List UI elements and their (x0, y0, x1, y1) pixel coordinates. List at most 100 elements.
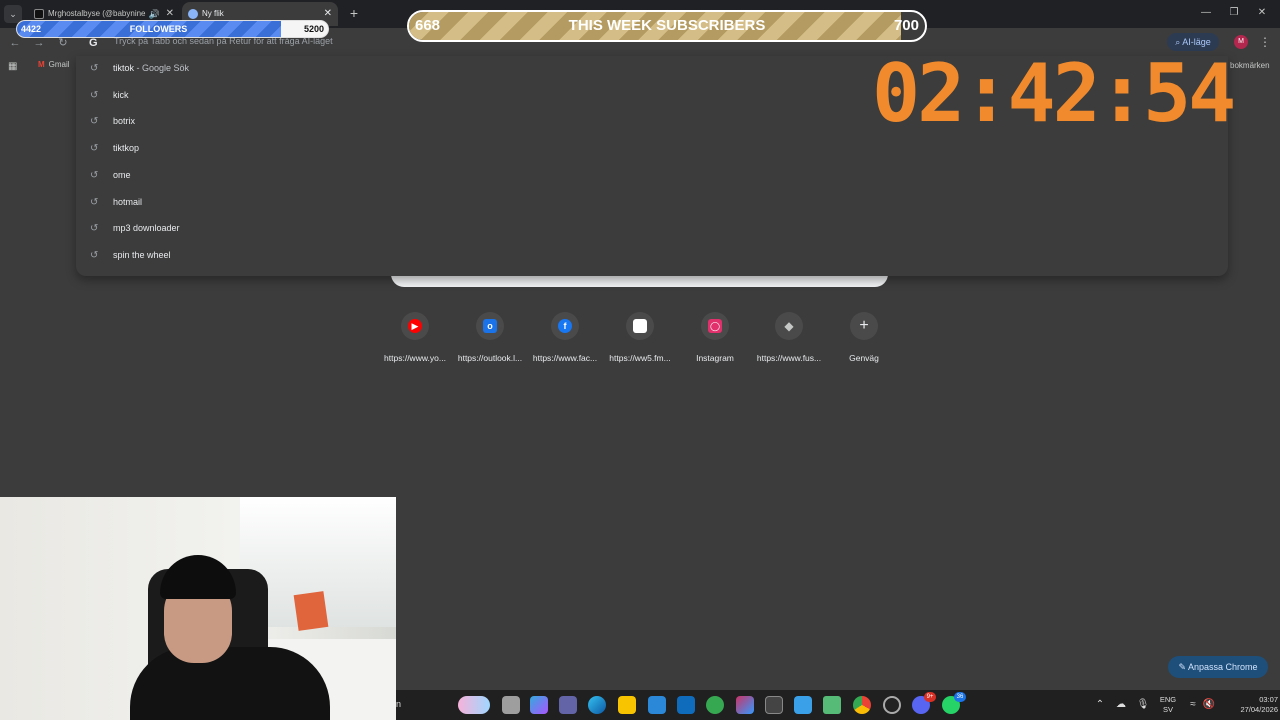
shortcut-tile[interactable]: ▶ https://www.yo... (377, 310, 453, 370)
media-icon[interactable] (823, 696, 841, 714)
shortcut-label: https://www.yo... (384, 353, 446, 363)
widgets-icon[interactable] (458, 696, 490, 714)
suggestion-query: mp3 downloader (113, 223, 180, 234)
volume-muted-icon[interactable]: 🔇 (1202, 698, 1216, 712)
m365-icon[interactable] (736, 696, 754, 714)
suggestion-text: tiktkop (113, 143, 139, 153)
edge-icon[interactable] (588, 696, 606, 714)
webcam-feed (0, 497, 396, 720)
customize-chrome-button[interactable]: ✎ Anpassa Chrome (1168, 656, 1268, 678)
facebook-icon: f (558, 319, 572, 333)
history-icon: ↺ (90, 223, 99, 235)
shortcut-tile[interactable]: https://ww5.fm... (602, 310, 678, 370)
gmail-icon: M (38, 60, 45, 69)
shortcut-label: https://outlook.l... (457, 353, 523, 363)
whatsapp-icon[interactable]: 36 (942, 692, 966, 714)
subscribers-goal: 700 (893, 17, 919, 34)
suggestion-text: tiktok - Google Sök (113, 63, 189, 73)
shortcut-tile-bg: ◯ (701, 312, 729, 340)
language-bottom: SV (1162, 705, 1173, 714)
suggestion-item[interactable]: ↺ hotmail (76, 190, 476, 216)
avatar[interactable]: M (1234, 35, 1248, 49)
onedrive-icon[interactable]: ☁ (1114, 698, 1128, 712)
suggestion-item[interactable]: ↺ tiktok - Google Sök (76, 56, 476, 82)
suggestion-item[interactable]: ↺ kick (76, 83, 476, 109)
history-icon: ↺ (90, 143, 99, 155)
teams-icon[interactable] (559, 696, 577, 714)
history-icon: ↺ (90, 63, 99, 74)
minimize-icon[interactable]: — (1196, 4, 1216, 22)
suggestion-query: hotmail (113, 196, 143, 207)
webcam-book (293, 591, 329, 631)
new-tab-button[interactable]: + (346, 4, 362, 22)
store-icon[interactable] (648, 696, 666, 714)
suggestion-query: tiktok (113, 63, 135, 73)
suggestion-text: hotmail (113, 197, 142, 207)
pencil-icon: ✎ (1178, 662, 1186, 672)
app-icon[interactable] (765, 696, 783, 714)
obs-icon[interactable] (883, 696, 901, 714)
shortcut-label: https://www.fac... (532, 353, 598, 363)
blank-page-icon (633, 319, 647, 333)
shortcut-tile-bg: ◆ (775, 312, 803, 340)
shortcut-tile[interactable]: o https://outlook.l... (452, 310, 528, 370)
chrome-taskbar-icon[interactable] (853, 696, 871, 714)
followers-goal: 5200 (303, 24, 324, 34)
outlook-icon: o (483, 319, 497, 333)
stream-timer: 02:42:54 (872, 47, 1236, 140)
suggestion-query: spin the wheel (113, 249, 171, 260)
clock[interactable]: 03:07 27/04/2026 (1222, 695, 1278, 715)
subscribers-goal-bar: 668 THIS WEEK SUBSCRIBERS 700 (407, 10, 927, 42)
diamond-icon: ◆ (784, 319, 794, 333)
outlook-icon[interactable] (677, 696, 695, 714)
taskbar-search-text[interactable]: n (396, 699, 401, 709)
shortcut-tile[interactable]: + Genväg (826, 310, 902, 370)
apps-grid-icon[interactable]: ▦ (8, 60, 20, 74)
suggestion-query: botrix (113, 116, 136, 127)
whatsapp-badge: 36 (954, 692, 966, 702)
suggestion-text: kick (113, 90, 129, 100)
history-icon: ↺ (90, 196, 99, 208)
shortcut-tile[interactable]: ◯ Instagram (677, 310, 753, 370)
restore-icon[interactable]: ❐ (1224, 4, 1244, 22)
suggestion-text: botrix (113, 116, 135, 126)
tiktok-icon (34, 9, 44, 19)
show-hidden-icons-icon[interactable]: ⌃ (1093, 698, 1107, 712)
close-window-icon[interactable]: ✕ (1252, 4, 1272, 22)
language-top: ENG (1159, 695, 1177, 704)
suggestion-text: spin the wheel (113, 250, 171, 260)
shortcut-tile-bg: + (850, 312, 878, 340)
ai-mode-label: AI-läge (1182, 37, 1211, 47)
suggestion-text: ome (113, 170, 131, 180)
suggestion-item[interactable]: ↺ mp3 downloader (76, 216, 476, 242)
shortcut-tile-bg: ▶ (401, 312, 429, 340)
history-icon: ↺ (90, 89, 99, 101)
shortcut-tile[interactable]: f https://www.fac... (527, 310, 603, 370)
copilot-icon[interactable] (530, 696, 548, 714)
wifi-icon[interactable]: ≈ (1186, 698, 1200, 712)
vpn-icon[interactable] (706, 696, 724, 714)
followers-current: 4422 (21, 24, 42, 34)
shortcut-label: https://ww5.fm... (609, 353, 671, 363)
task-view-icon[interactable] (502, 696, 520, 714)
suggestion-item[interactable]: ↺ botrix (76, 109, 476, 135)
suggestion-text: mp3 downloader (113, 223, 180, 233)
bookmark-gmail[interactable]: M Gmail (38, 60, 70, 69)
chrome-icon (188, 9, 198, 19)
shortcut-label: https://www.fus... (756, 353, 822, 363)
suggestion-item[interactable]: ↺ ome (76, 163, 476, 189)
file-explorer-icon[interactable] (618, 696, 636, 714)
suggestion-item[interactable]: ↺ spin the wheel (76, 243, 476, 269)
suggestion-query: kick (113, 89, 129, 100)
history-icon: ↺ (90, 116, 99, 128)
discord-icon[interactable]: 9+ (912, 692, 936, 714)
shortcut-tile[interactable]: ◆ https://www.fus... (751, 310, 827, 370)
language-indicator[interactable]: ENG SV (1154, 695, 1182, 715)
suggestion-item[interactable]: ↺ tiktkop (76, 136, 476, 162)
clock-date: 27/04/2026 (1240, 705, 1278, 714)
more-menu-icon[interactable]: ⋮ (1259, 33, 1271, 51)
history-icon: ↺ (90, 169, 99, 181)
suggestion-query: tiktkop (113, 143, 140, 154)
microphone-icon[interactable]: 🎙 (1136, 698, 1150, 712)
photos-icon[interactable] (794, 696, 812, 714)
